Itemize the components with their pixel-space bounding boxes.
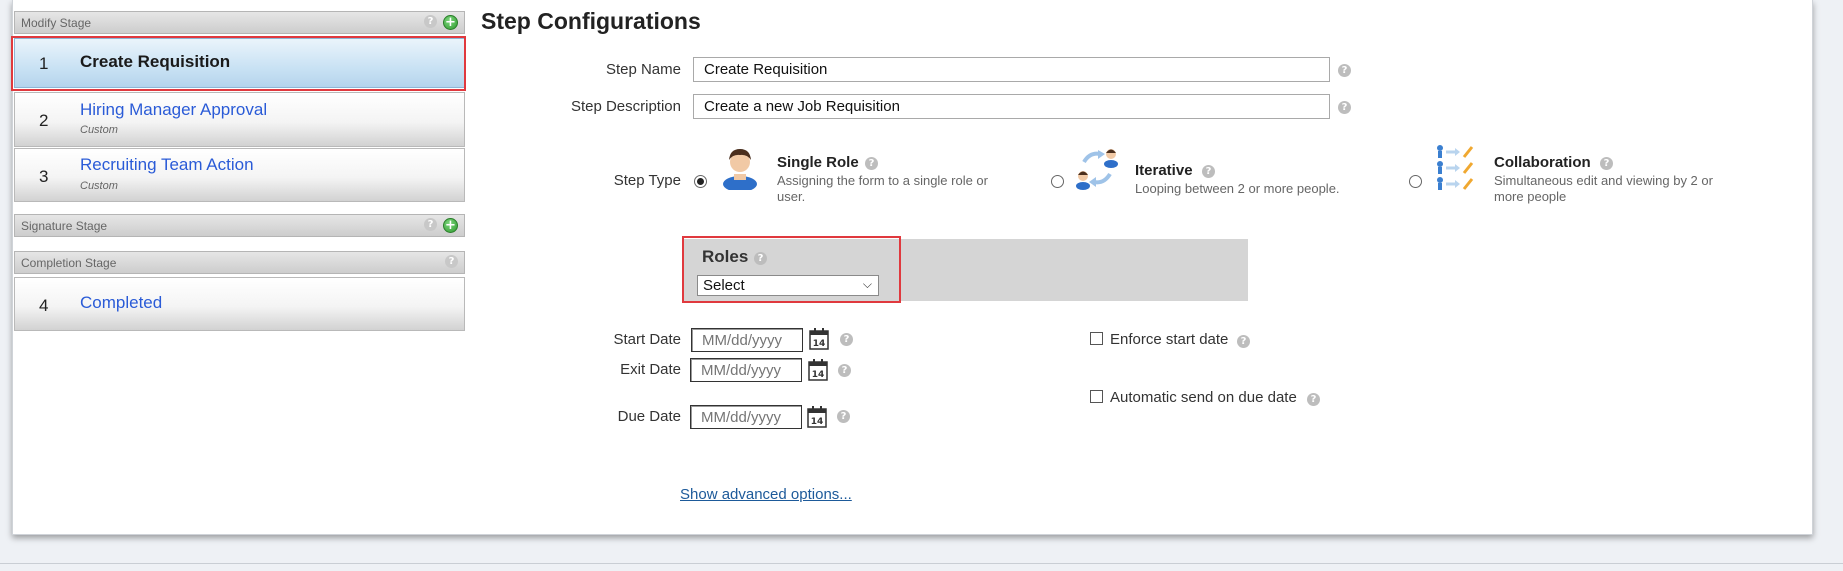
completion-stage-header: Completion Stage ?	[14, 251, 465, 274]
step-title[interactable]: Completed	[80, 293, 162, 313]
step-item-hiring-manager-approval[interactable]: 2 Hiring Manager Approval Custom	[14, 92, 465, 147]
chevron-down-icon: ⌵	[862, 277, 872, 291]
step-subtitle: Custom	[80, 180, 118, 192]
modify-stage-header: Modify Stage ? +	[14, 11, 465, 34]
step-description-input[interactable]	[693, 94, 1330, 119]
enforce-start-date-label: Enforce start date	[1110, 331, 1229, 348]
help-icon[interactable]: ?	[754, 252, 767, 265]
help-icon[interactable]: ?	[1237, 335, 1250, 348]
iterative-description: Looping between 2 or more people.	[1135, 181, 1340, 196]
help-icon[interactable]: ?	[1600, 157, 1613, 170]
step-number: 2	[39, 111, 49, 130]
help-icon[interactable]: ?	[1202, 165, 1215, 178]
signature-stage-header: Signature Stage ? +	[14, 214, 465, 237]
iterative-radio[interactable]	[1051, 175, 1064, 188]
signature-stage-label: Signature Stage	[21, 219, 108, 233]
enforce-start-date-checkbox[interactable]	[1090, 332, 1103, 345]
add-step-icon[interactable]: +	[443, 15, 458, 30]
help-icon[interactable]: ?	[424, 218, 437, 231]
add-step-icon[interactable]: +	[443, 218, 458, 233]
step-title[interactable]: Create Requisition	[80, 52, 230, 72]
step-name-input[interactable]	[693, 57, 1330, 82]
page-title: Step Configurations	[481, 8, 701, 34]
step-type-label: Step Type	[613, 172, 681, 189]
start-date-label: Start Date	[613, 331, 681, 348]
calendar-day: 14	[812, 370, 825, 380]
single-role-radio[interactable]	[694, 175, 707, 188]
roles-select-value: Select	[703, 277, 745, 294]
automatic-send-checkbox[interactable]	[1090, 390, 1103, 403]
step-title[interactable]: Recruiting Team Action	[80, 155, 254, 175]
step-title[interactable]: Hiring Manager Approval	[80, 100, 267, 120]
single-role-title: Single Role	[777, 154, 859, 171]
calendar-icon[interactable]: 14	[808, 359, 828, 381]
calendar-day: 14	[811, 417, 824, 427]
step-number: 4	[39, 296, 49, 315]
step-item-completed[interactable]: 4 Completed	[14, 277, 465, 331]
automatic-send-label: Automatic send on due date	[1110, 389, 1297, 406]
single-role-description: Assigning the form to a single role or u…	[777, 173, 988, 204]
exit-date-label: Exit Date	[620, 361, 681, 378]
help-icon[interactable]: ?	[1338, 64, 1351, 77]
step-subtitle: Custom	[80, 124, 118, 136]
calendar-icon[interactable]: 14	[809, 328, 829, 350]
modify-stage-label: Modify Stage	[21, 16, 92, 30]
help-icon[interactable]: ?	[1338, 101, 1351, 114]
calendar-icon[interactable]: 14	[807, 406, 827, 428]
calendar-day: 14	[813, 339, 826, 349]
step-item-create-requisition[interactable]: 1 Create Requisition	[14, 38, 465, 88]
bottom-divider	[0, 563, 1843, 564]
iterative-people-icon	[1076, 149, 1118, 190]
completion-stage-label: Completion Stage	[21, 256, 117, 270]
collaboration-radio[interactable]	[1409, 175, 1422, 188]
show-advanced-options-link[interactable]: Show advanced options...	[680, 486, 852, 503]
iterative-title: Iterative	[1135, 162, 1193, 179]
single-role-person-icon	[723, 149, 757, 190]
step-description-label: Step Description	[570, 98, 681, 115]
help-icon[interactable]: ?	[424, 15, 437, 28]
roles-label: Roles	[702, 247, 749, 266]
collaboration-icon	[1437, 145, 1474, 190]
start-date-input[interactable]	[691, 328, 803, 352]
help-icon[interactable]: ?	[838, 364, 851, 377]
exit-date-input[interactable]	[690, 358, 802, 382]
collaboration-title: Collaboration	[1494, 154, 1591, 171]
help-icon[interactable]: ?	[1307, 393, 1320, 406]
help-icon[interactable]: ?	[445, 255, 458, 268]
collaboration-description: Simultaneous edit and viewing by 2 or mo…	[1494, 173, 1713, 204]
help-icon[interactable]: ?	[837, 410, 850, 423]
help-icon[interactable]: ?	[840, 333, 853, 346]
step-number: 3	[39, 167, 49, 186]
help-icon[interactable]: ?	[865, 157, 878, 170]
due-date-label: Due Date	[617, 408, 681, 425]
step-item-recruiting-team-action[interactable]: 3 Recruiting Team Action Custom	[14, 148, 465, 202]
step-number: 1	[39, 54, 49, 73]
step-name-label: Step Name	[605, 61, 681, 78]
roles-select[interactable]: Select ⌵	[697, 275, 879, 296]
due-date-input[interactable]	[690, 405, 802, 429]
